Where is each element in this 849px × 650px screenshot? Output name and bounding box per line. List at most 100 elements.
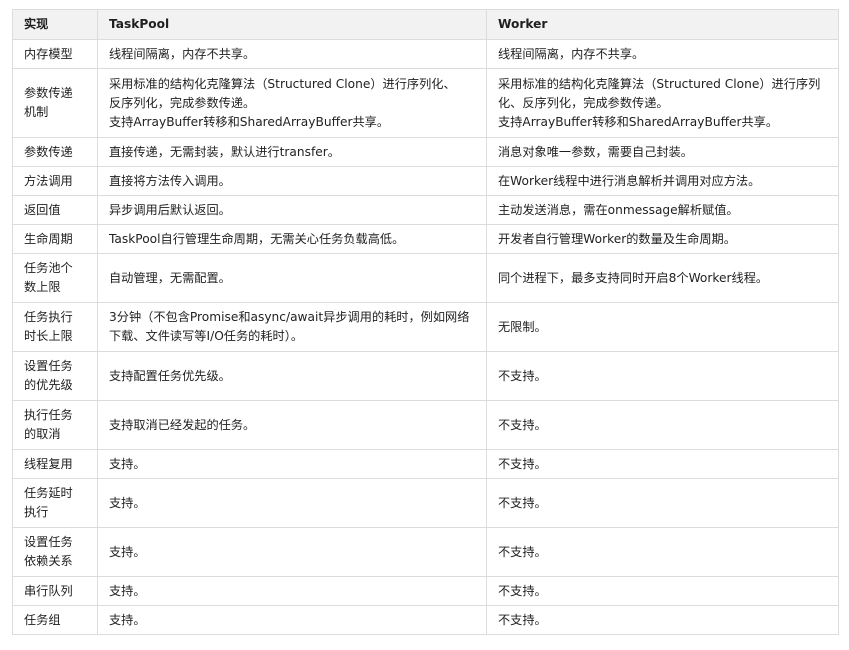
- cell-taskpool: 支持取消已经发起的任务。: [97, 400, 487, 450]
- cell-worker: 同个进程下，最多支持同时开启8个Worker线程。: [486, 253, 839, 303]
- table-row: 串行队列 支持。 不支持。: [12, 576, 839, 606]
- cell-text: 不支持。: [498, 583, 547, 598]
- table-row: 任务延时 执行 支持。 不支持。: [12, 478, 839, 528]
- comparison-table: 实现 TaskPool Worker 内存模型 线程间隔离，内存不共享。 线程间…: [12, 9, 839, 635]
- cell-text: 在Worker线程中进行消息解析并调用对应方法。: [498, 173, 761, 188]
- cell-text: 不支持。: [498, 544, 547, 559]
- cell-text: 无限制。: [498, 319, 547, 334]
- cell-dimension: 参数传递: [12, 137, 98, 167]
- table-row: 生命周期 TaskPool自行管理生命周期，无需关心任务负载高低。 开发者自行管…: [12, 224, 839, 254]
- header-worker: Worker: [486, 9, 839, 40]
- cell-text: 支持。: [109, 495, 146, 510]
- table-row: 参数传递 直接传递，无需封装，默认进行transfer。 消息对象唯一参数，需要…: [12, 137, 839, 167]
- cell-text: 不支持。: [498, 495, 547, 510]
- table-header-row: 实现 TaskPool Worker: [12, 9, 839, 40]
- cell-text: 不支持。: [498, 456, 547, 471]
- cell-text: 方法调用: [24, 173, 73, 188]
- cell-text: 支持。: [109, 612, 146, 627]
- cell-worker: 不支持。: [486, 400, 839, 450]
- cell-text: 同个进程下，最多支持同时开启8个Worker线程。: [498, 270, 769, 285]
- cell-text: 支持。: [109, 583, 146, 598]
- cell-taskpool: 支持配置任务优先级。: [97, 351, 487, 401]
- table-row: 返回值 异步调用后默认返回。 主动发送消息，需在onmessage解析赋值。: [12, 195, 839, 225]
- cell-text: TaskPool自行管理生命周期，无需关心任务负载高低。: [109, 231, 405, 246]
- cell-text: 消息对象唯一参数，需要自己封装。: [498, 144, 693, 159]
- cell-dimension: 返回值: [12, 195, 98, 225]
- cell-worker: 不支持。: [486, 605, 839, 635]
- cell-text: 串行队列: [24, 583, 73, 598]
- cell-taskpool: 支持。: [97, 605, 487, 635]
- cell-taskpool: 支持。: [97, 449, 487, 479]
- cell-text: 参数传递 机制: [24, 86, 73, 119]
- cell-text: 任务执行 时长上限: [24, 310, 73, 343]
- cell-text: 采用标准的结构化克隆算法（Structured Clone）进行序列 化、反序列…: [498, 76, 821, 129]
- cell-taskpool: 支持。: [97, 527, 487, 577]
- header-implementation: 实现: [12, 9, 98, 40]
- cell-text: 任务延时 执行: [24, 486, 73, 519]
- table-row: 执行任务 的取消 支持取消已经发起的任务。 不支持。: [12, 400, 839, 450]
- cell-text: 采用标准的结构化克隆算法（Structured Clone）进行序列化、 反序列…: [109, 76, 456, 129]
- cell-text: 直接将方法传入调用。: [109, 173, 231, 188]
- cell-text: 不支持。: [498, 368, 547, 383]
- cell-text: 直接传递，无需封装，默认进行transfer。: [109, 144, 340, 159]
- cell-text: 支持。: [109, 456, 146, 471]
- cell-worker: 不支持。: [486, 449, 839, 479]
- cell-worker: 消息对象唯一参数，需要自己封装。: [486, 137, 839, 167]
- cell-dimension: 串行队列: [12, 576, 98, 606]
- cell-text: 设置任务 依赖关系: [24, 535, 73, 568]
- cell-text: 支持取消已经发起的任务。: [109, 417, 256, 432]
- cell-text: 线程间隔离，内存不共享。: [109, 46, 256, 61]
- cell-text: 3分钟（不包含Promise和async/await异步调用的耗时，例如网络 下…: [109, 310, 470, 343]
- cell-text: 支持。: [109, 544, 146, 559]
- cell-text: 支持配置任务优先级。: [109, 368, 231, 383]
- cell-worker: 不支持。: [486, 576, 839, 606]
- cell-dimension: 线程复用: [12, 449, 98, 479]
- cell-worker: 不支持。: [486, 351, 839, 401]
- cell-taskpool: 自动管理，无需配置。: [97, 253, 487, 303]
- table-row: 参数传递 机制 采用标准的结构化克隆算法（Structured Clone）进行…: [12, 68, 839, 138]
- table-row: 内存模型 线程间隔离，内存不共享。 线程间隔离，内存不共享。: [12, 39, 839, 69]
- cell-taskpool: 支持。: [97, 576, 487, 606]
- table-row: 任务组 支持。 不支持。: [12, 605, 839, 635]
- cell-text: 设置任务 的优先级: [24, 359, 73, 392]
- cell-dimension: 任务池个 数上限: [12, 253, 98, 303]
- cell-text: 异步调用后默认返回。: [109, 202, 231, 217]
- cell-taskpool: 支持。: [97, 478, 487, 528]
- cell-dimension: 任务执行 时长上限: [12, 302, 98, 352]
- table-row: 方法调用 直接将方法传入调用。 在Worker线程中进行消息解析并调用对应方法。: [12, 166, 839, 196]
- cell-dimension: 设置任务 的优先级: [12, 351, 98, 401]
- cell-worker: 在Worker线程中进行消息解析并调用对应方法。: [486, 166, 839, 196]
- cell-text: 生命周期: [24, 231, 73, 246]
- cell-dimension: 任务延时 执行: [12, 478, 98, 528]
- cell-text: 不支持。: [498, 612, 547, 627]
- table-row: 线程复用 支持。 不支持。: [12, 449, 839, 479]
- cell-dimension: 任务组: [12, 605, 98, 635]
- table-row: 任务池个 数上限 自动管理，无需配置。 同个进程下，最多支持同时开启8个Work…: [12, 253, 839, 303]
- cell-dimension: 设置任务 依赖关系: [12, 527, 98, 577]
- cell-worker: 线程间隔离，内存不共享。: [486, 39, 839, 69]
- cell-taskpool: 线程间隔离，内存不共享。: [97, 39, 487, 69]
- cell-taskpool: 采用标准的结构化克隆算法（Structured Clone）进行序列化、 反序列…: [97, 68, 487, 138]
- cell-worker: 不支持。: [486, 527, 839, 577]
- table-row: 设置任务 依赖关系 支持。 不支持。: [12, 527, 839, 577]
- cell-text: 不支持。: [498, 417, 547, 432]
- cell-text: 自动管理，无需配置。: [109, 270, 231, 285]
- cell-text: 执行任务 的取消: [24, 408, 73, 441]
- cell-taskpool: TaskPool自行管理生命周期，无需关心任务负载高低。: [97, 224, 487, 254]
- cell-text: 内存模型: [24, 46, 73, 61]
- cell-text: 参数传递: [24, 144, 73, 159]
- cell-text: 任务组: [24, 612, 61, 627]
- cell-dimension: 生命周期: [12, 224, 98, 254]
- cell-text: 主动发送消息，需在onmessage解析赋值。: [498, 202, 739, 217]
- cell-taskpool: 3分钟（不包含Promise和async/await异步调用的耗时，例如网络 下…: [97, 302, 487, 352]
- cell-text: 线程复用: [24, 456, 73, 471]
- header-taskpool: TaskPool: [97, 9, 487, 40]
- table-row: 设置任务 的优先级 支持配置任务优先级。 不支持。: [12, 351, 839, 401]
- cell-taskpool: 直接将方法传入调用。: [97, 166, 487, 196]
- cell-text: 任务池个 数上限: [24, 261, 73, 294]
- cell-worker: 不支持。: [486, 478, 839, 528]
- cell-text: 返回值: [24, 202, 61, 217]
- cell-worker: 主动发送消息，需在onmessage解析赋值。: [486, 195, 839, 225]
- cell-worker: 开发者自行管理Worker的数量及生命周期。: [486, 224, 839, 254]
- cell-dimension: 内存模型: [12, 39, 98, 69]
